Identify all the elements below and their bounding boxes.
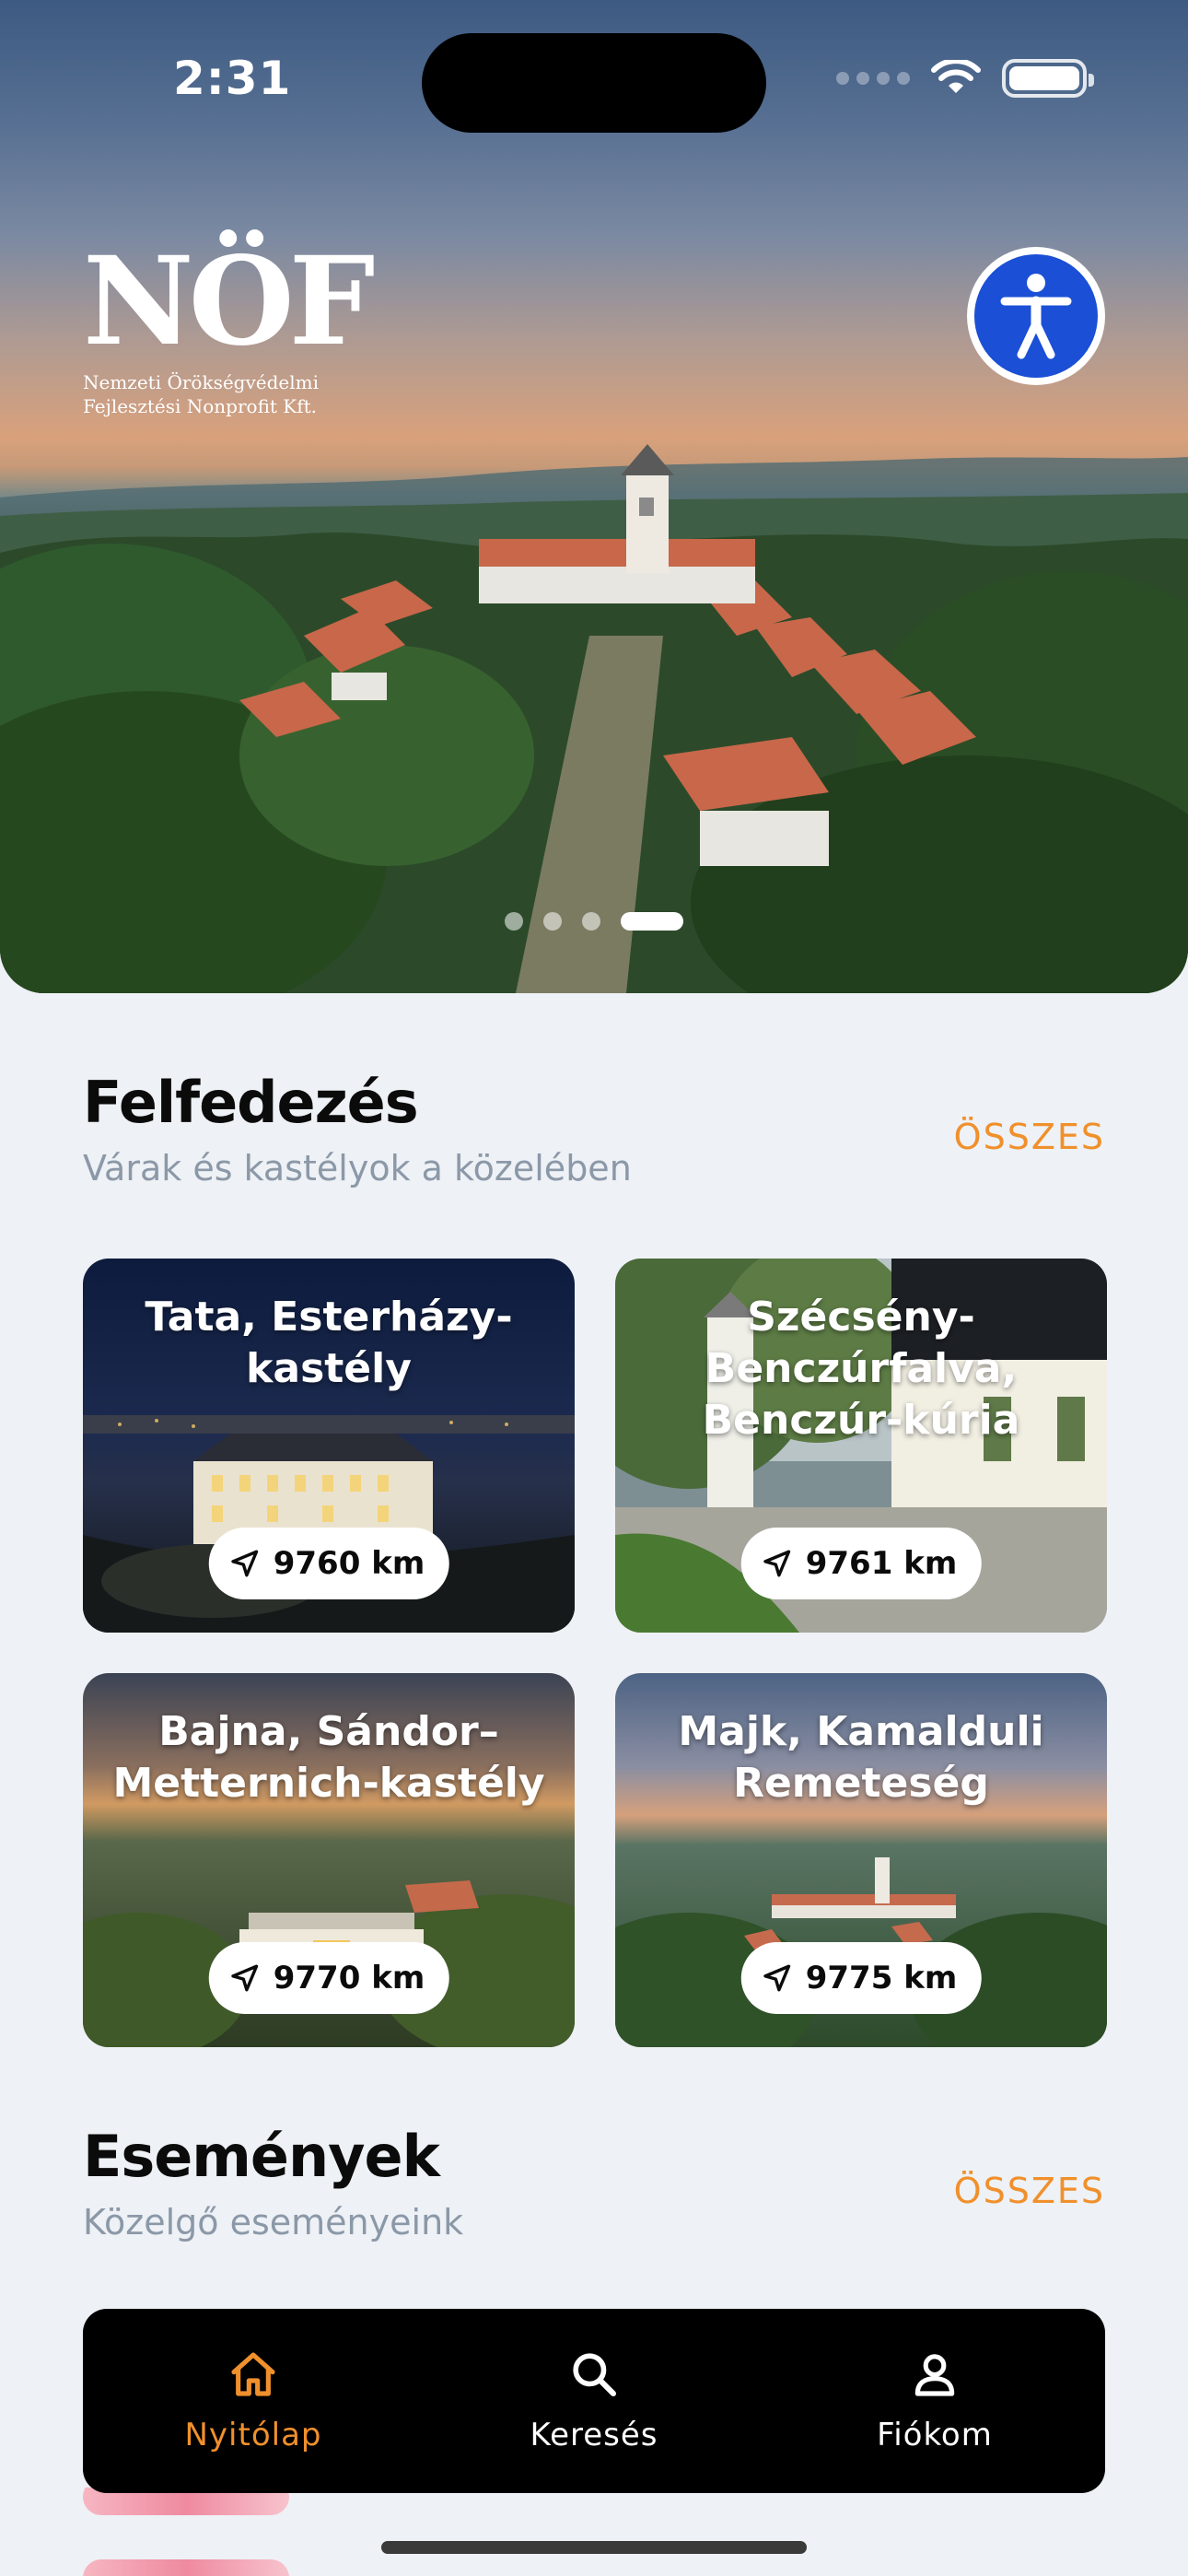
- tab-home-label: Nyitólap: [184, 2417, 322, 2453]
- castle-card-title: Szécsény-Benczúrfalva, Benczúr-kúria: [702, 1294, 1020, 1444]
- tab-search-label: Keresés: [530, 2417, 658, 2453]
- tab-bar: Nyitólap Keresés Fiókom: [83, 2309, 1105, 2493]
- distance-value: 9761 km: [805, 1545, 958, 1582]
- castle-card[interactable]: Tata, Esterházy-kastély 9760 km: [83, 1259, 575, 1633]
- navigation-arrow-icon: [231, 1550, 259, 1577]
- home-indicator[interactable]: [381, 2541, 807, 2554]
- events-subtitle: Közelgő eseményeink: [83, 2202, 464, 2242]
- castle-card-title: Bajna, Sándor–Metternich-kastély: [112, 1708, 545, 1807]
- explore-subtitle: Várak és kastélyok a közelében: [83, 1148, 632, 1188]
- wifi-icon: [931, 60, 981, 93]
- accessibility-icon: [1000, 274, 1072, 359]
- distance-badge: 9761 km: [740, 1528, 982, 1599]
- castle-card[interactable]: Majk, Kamalduli Remeteség 9775 km: [615, 1673, 1107, 2047]
- tab-home[interactable]: Nyitólap: [115, 2348, 391, 2453]
- accessibility-button[interactable]: [967, 247, 1105, 385]
- castle-card[interactable]: Bajna, Sándor–Metternich-kastély 9770 km: [83, 1673, 575, 2047]
- hero-image: [0, 444, 1188, 993]
- distance-badge: 9775 km: [740, 1942, 982, 2014]
- status-time: 2:31: [173, 52, 292, 105]
- carousel-dot[interactable]: [543, 912, 562, 931]
- carousel-dot-active[interactable]: [621, 912, 683, 931]
- distance-badge: 9760 km: [208, 1528, 449, 1599]
- home-icon: [231, 2352, 275, 2396]
- event-card-thumbnail[interactable]: [83, 2559, 289, 2576]
- distance-badge: 9770 km: [208, 1942, 449, 2014]
- castle-card-title: Majk, Kamalduli Remeteség: [678, 1708, 1044, 1807]
- events-title: Események: [83, 2123, 440, 2190]
- tab-account-label: Fiókom: [877, 2417, 993, 2453]
- dynamic-island: [422, 33, 766, 133]
- carousel-dot[interactable]: [505, 912, 523, 931]
- tab-search[interactable]: Keresés: [456, 2348, 732, 2453]
- battery-icon: [1002, 59, 1094, 98]
- castle-card[interactable]: Szécsény-Benczúrfalva, Benczúr-kúria 976…: [615, 1259, 1107, 1633]
- navigation-arrow-icon: [763, 1964, 791, 1992]
- logo-line-2: Fejlesztési Nonprofit Kft.: [83, 395, 318, 417]
- explore-see-all-link[interactable]: ÖSSZES: [954, 1117, 1105, 1157]
- distance-value: 9770 km: [273, 1960, 425, 1996]
- carousel-indicator[interactable]: [505, 912, 683, 931]
- search-icon: [573, 2353, 617, 2397]
- carousel-dot[interactable]: [582, 912, 600, 931]
- user-icon: [914, 2354, 955, 2396]
- distance-value: 9760 km: [273, 1545, 425, 1582]
- navigation-arrow-icon: [231, 1964, 259, 1992]
- cellular-signal-icon: [836, 72, 910, 85]
- nof-logo: NÖF Nemzeti Örökségvédelmi Fejlesztési N…: [83, 230, 375, 418]
- castle-card-title: Tata, Esterházy-kastély: [145, 1294, 513, 1392]
- logo-mark: NÖF: [83, 230, 375, 373]
- events-see-all-link[interactable]: ÖSSZES: [954, 2171, 1105, 2211]
- hero-carousel[interactable]: 2:31 NÖF Nemzeti Örökségvédelmi Fejleszt…: [0, 0, 1188, 993]
- explore-title: Felfedezés: [83, 1069, 419, 1136]
- status-icons: [836, 59, 1094, 98]
- tab-account[interactable]: Fiókom: [797, 2348, 1073, 2453]
- distance-value: 9775 km: [805, 1960, 958, 1996]
- logo-line-1: Nemzeti Örökségvédelmi: [83, 371, 320, 393]
- navigation-arrow-icon: [763, 1550, 791, 1577]
